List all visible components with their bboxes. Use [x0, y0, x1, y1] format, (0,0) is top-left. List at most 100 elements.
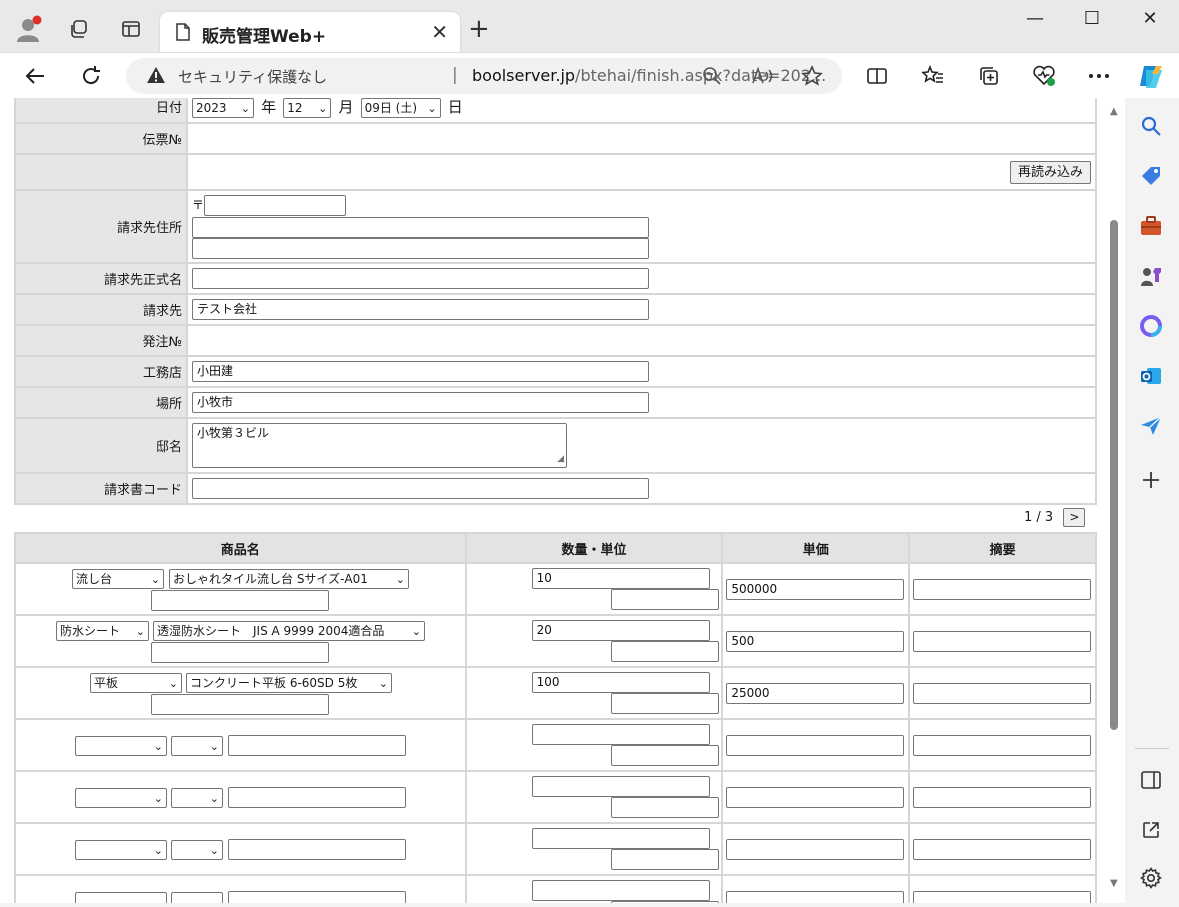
page-scrollbar[interactable]: ▲ ▼ — [1106, 98, 1124, 903]
settings-gear-icon[interactable] — [1137, 864, 1165, 892]
category-select[interactable]: ⌄ — [75, 840, 167, 860]
unit-input[interactable] — [610, 693, 719, 714]
search-icon[interactable] — [1137, 112, 1165, 140]
maximize-icon[interactable]: ☐ — [1072, 8, 1112, 29]
product-code-input[interactable] — [228, 735, 406, 756]
product-select[interactable]: おしゃれタイル流し台 Sサイズ-A01 ⌄ — [169, 569, 409, 589]
note-input[interactable] — [913, 787, 1092, 808]
quantity-input[interactable]: 20 — [531, 620, 710, 641]
product-code-input[interactable] — [151, 590, 329, 611]
split-screen-icon[interactable] — [862, 61, 892, 91]
send-icon[interactable] — [1137, 412, 1165, 440]
sidebar-layout-icon[interactable] — [1137, 766, 1165, 794]
year-select[interactable]: 2023 ⌄ — [192, 98, 254, 118]
note-input[interactable] — [913, 891, 1092, 903]
category-select[interactable]: ⌄ — [75, 736, 167, 756]
close-tab-icon[interactable]: ✕ — [431, 20, 448, 44]
unit-input[interactable] — [610, 745, 719, 766]
address-bar[interactable]: セキュリティ保護なし | boolserver.jp/btehai/finish… — [126, 58, 842, 94]
unit-input[interactable] — [610, 641, 719, 662]
product-code-input[interactable] — [228, 839, 406, 860]
copilot-sidebar-icon[interactable] — [1137, 312, 1165, 340]
quantity-input[interactable] — [531, 828, 710, 849]
quantity-input[interactable]: 100 — [531, 672, 710, 693]
unit-input[interactable] — [610, 849, 719, 870]
category-select[interactable]: 防水シート ⌄ — [56, 621, 149, 641]
zoom-out-icon[interactable] — [700, 64, 724, 88]
price-input[interactable]: 25000 — [726, 683, 905, 704]
add-icon[interactable] — [1137, 466, 1165, 494]
quantity-input[interactable] — [531, 776, 710, 797]
category-select[interactable]: ⌄ — [75, 892, 167, 903]
more-options-icon[interactable] — [1084, 61, 1114, 91]
product-select[interactable]: 透湿防水シート JIS A 9999 2004適合品 ⌄ — [153, 621, 425, 641]
open-external-icon[interactable] — [1137, 816, 1165, 844]
scroll-down-arrow-icon[interactable]: ▼ — [1110, 878, 1118, 889]
price-input[interactable] — [726, 735, 905, 756]
price-input[interactable]: 500 — [726, 631, 905, 652]
scroll-up-arrow-icon[interactable]: ▲ — [1110, 106, 1118, 117]
copilot-icon[interactable] — [1136, 61, 1166, 91]
quantity-input[interactable]: 10 — [531, 568, 710, 589]
shopping-tag-icon[interactable] — [1137, 162, 1165, 190]
note-input[interactable] — [913, 631, 1092, 652]
product-code-input[interactable] — [151, 694, 329, 715]
address-line1-input[interactable] — [192, 216, 649, 238]
profile-avatar-icon[interactable] — [14, 14, 44, 44]
read-aloud-icon[interactable] — [750, 64, 774, 88]
minimize-icon[interactable]: — — [1015, 8, 1055, 29]
unit-input[interactable] — [610, 797, 719, 818]
residence-textarea[interactable]: 小牧第３ビル ◢ — [192, 423, 567, 468]
vertical-tabs-icon[interactable] — [116, 14, 146, 44]
tools-briefcase-icon[interactable] — [1137, 212, 1165, 240]
back-icon[interactable] — [20, 61, 50, 91]
price-input[interactable] — [726, 891, 905, 903]
favorites-icon[interactable] — [918, 61, 948, 91]
category-select[interactable]: 流し台 ⌄ — [72, 569, 164, 589]
close-window-icon[interactable]: ✕ — [1130, 8, 1170, 29]
product-select[interactable]: ⌄ — [171, 788, 223, 808]
product-select[interactable]: ⌄ — [171, 840, 223, 860]
product-select[interactable]: コンクリート平板 6-60SD 5枚 ⌄ — [186, 673, 392, 693]
scroll-thumb[interactable] — [1110, 220, 1118, 730]
product-code-input[interactable] — [228, 787, 406, 808]
refresh-icon[interactable] — [76, 61, 106, 91]
games-icon[interactable] — [1137, 262, 1165, 290]
postal-code-input[interactable] — [204, 194, 347, 216]
new-tab-icon[interactable]: + — [468, 16, 490, 42]
contractor-input[interactable]: 小田建 — [192, 361, 649, 382]
browser-essentials-icon[interactable] — [1029, 61, 1059, 91]
price-input[interactable]: 500000 — [726, 579, 905, 600]
product-select[interactable]: ⌄ — [171, 892, 223, 903]
category-select[interactable]: ⌄ — [75, 788, 167, 808]
tab-active[interactable]: 販売管理Web+ ✕ — [160, 12, 460, 52]
price-input[interactable] — [726, 787, 905, 808]
quantity-input[interactable] — [531, 880, 710, 901]
category-select[interactable]: 平板 ⌄ — [90, 673, 182, 693]
security-label[interactable]: セキュリティ保護なし — [178, 66, 327, 87]
price-input[interactable] — [726, 839, 905, 860]
favorite-star-icon[interactable] — [800, 64, 824, 88]
note-input[interactable] — [913, 579, 1092, 600]
billing-to-input[interactable]: テスト会社 — [192, 299, 649, 320]
unit-input[interactable] — [610, 589, 719, 610]
address-line2-input[interactable] — [192, 237, 649, 259]
collections-icon[interactable] — [974, 61, 1004, 91]
note-input[interactable] — [913, 839, 1092, 860]
outlook-icon[interactable] — [1137, 362, 1165, 390]
location-input[interactable]: 小牧市 — [192, 392, 649, 413]
product-select[interactable]: ⌄ — [171, 736, 223, 756]
invoice-code-input[interactable] — [192, 478, 649, 499]
note-input[interactable] — [913, 683, 1092, 704]
next-page-button[interactable]: > — [1063, 508, 1086, 527]
quantity-input[interactable] — [531, 724, 710, 745]
day-select[interactable]: 09日 (土) ⌄ — [360, 98, 441, 118]
note-input[interactable] — [913, 735, 1092, 756]
product-code-input[interactable] — [151, 642, 329, 663]
product-code-input[interactable] — [228, 891, 406, 903]
billing-name-input[interactable] — [192, 268, 649, 289]
unit-input[interactable] — [610, 901, 719, 903]
workspaces-icon[interactable] — [64, 14, 94, 44]
warning-icon[interactable] — [146, 66, 166, 88]
month-select[interactable]: 12 ⌄ — [283, 98, 332, 118]
